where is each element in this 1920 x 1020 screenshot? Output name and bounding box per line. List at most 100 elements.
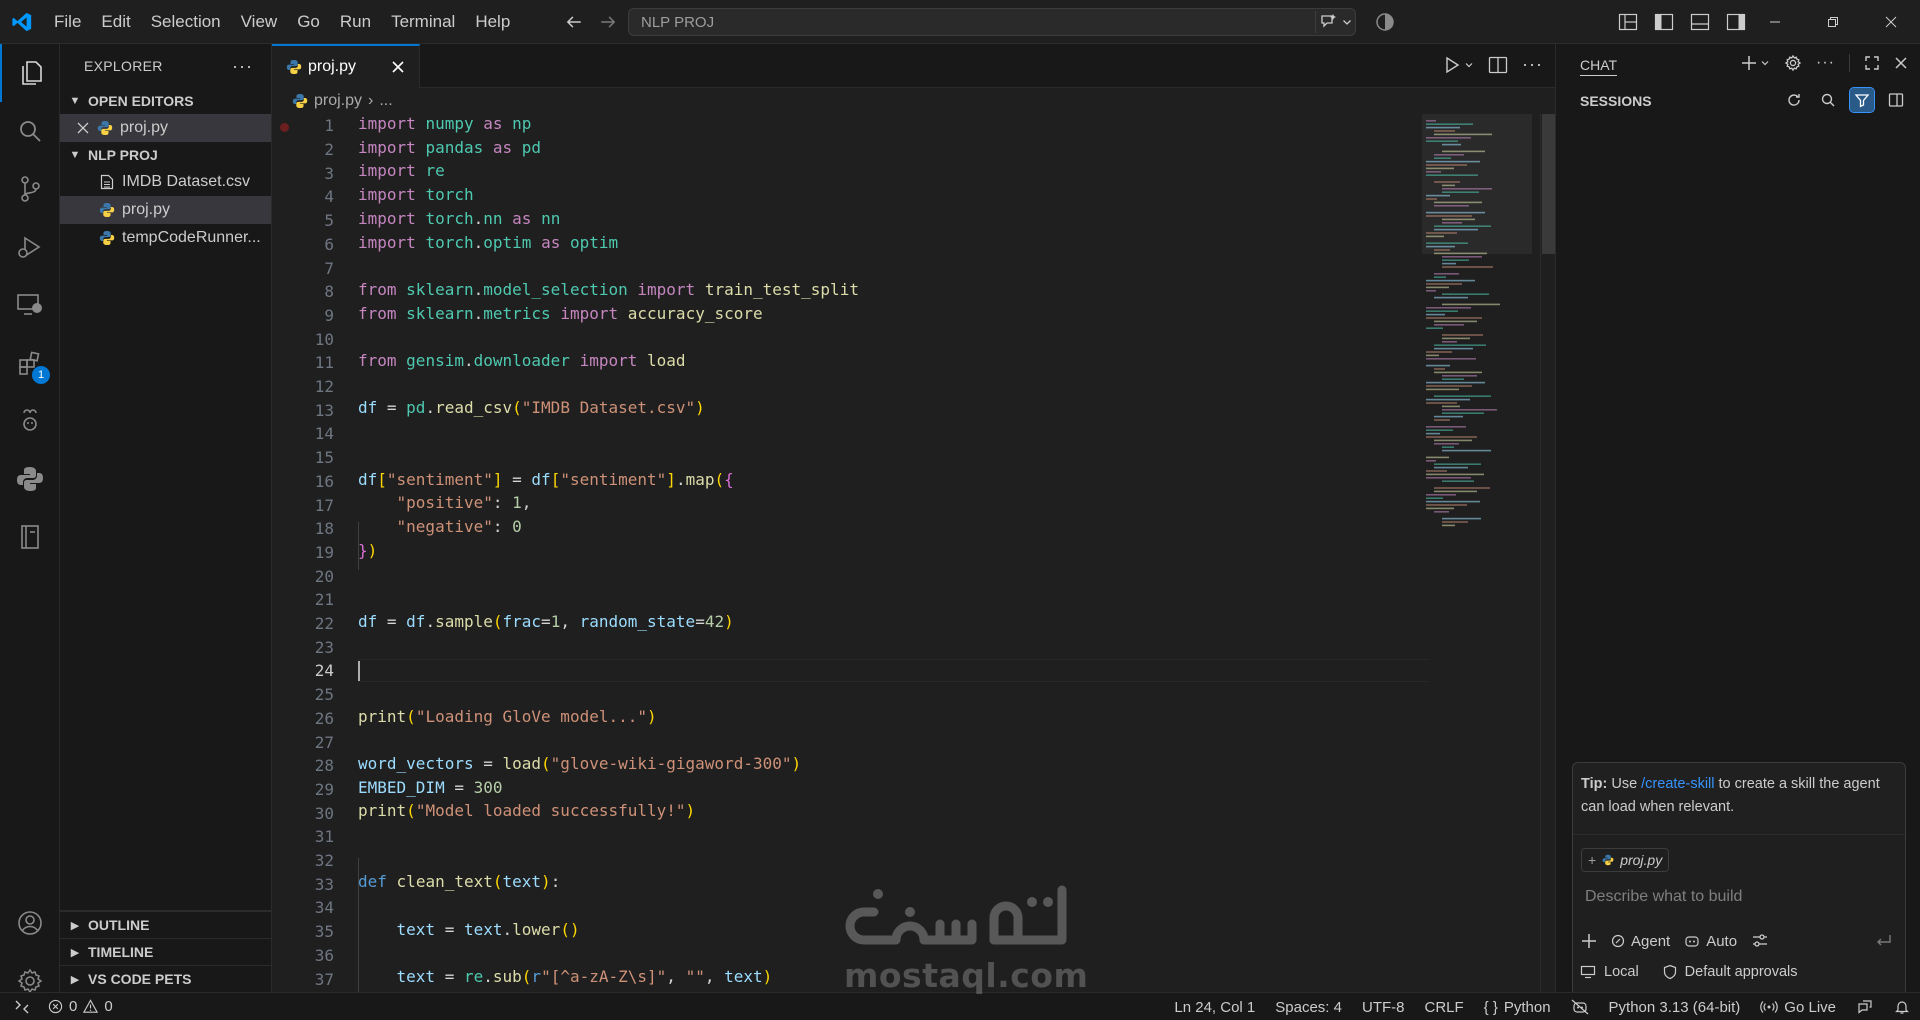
filter-icon[interactable] (1849, 87, 1875, 113)
accounts-icon[interactable] (0, 894, 60, 952)
minimap-line (1434, 463, 1481, 465)
shield-icon (1663, 964, 1676, 980)
chat-input[interactable] (1585, 885, 1895, 909)
menu-view[interactable]: View (231, 8, 288, 36)
more-actions-icon[interactable]: ··· (1816, 54, 1835, 72)
testing-icon[interactable] (0, 392, 60, 450)
line-number: 19 (314, 542, 334, 562)
settings-gear-icon[interactable] (1784, 54, 1802, 72)
feedback-icon[interactable] (1856, 999, 1874, 1015)
model-selector[interactable]: Auto (1684, 933, 1737, 950)
split-editor-icon[interactable] (1488, 56, 1508, 74)
go-live-button[interactable]: Go Live (1760, 999, 1836, 1016)
configure-tools-icon[interactable] (1751, 933, 1769, 949)
context-file-chip[interactable]: + proj.py (1581, 848, 1670, 872)
end-of-line[interactable]: CRLF (1424, 999, 1463, 1016)
python-interpreter[interactable]: Python 3.13 (64-bit) (1609, 999, 1741, 1016)
add-attachment-icon[interactable] (1581, 933, 1597, 949)
more-actions-icon[interactable]: ··· (1522, 54, 1543, 75)
command-center-search[interactable]: NLP PROJ (628, 8, 1356, 36)
run-file-icon[interactable] (1444, 56, 1474, 74)
agent-mode-selector[interactable]: Agent (1611, 933, 1670, 950)
copilot-icon[interactable] (1374, 11, 1396, 33)
notebook-icon[interactable] (0, 508, 60, 566)
close-icon[interactable] (74, 122, 92, 134)
chat-toggle-button[interactable] (1315, 11, 1355, 33)
open-editor-item[interactable]: proj.py (60, 114, 271, 142)
explorer-icon[interactable] (0, 44, 60, 102)
file-item[interactable]: proj.py (60, 196, 271, 224)
search-icon[interactable] (0, 102, 60, 160)
forward-arrow-icon[interactable] (596, 8, 620, 36)
maximize-icon[interactable] (1864, 55, 1880, 71)
menu-selection[interactable]: Selection (141, 8, 231, 36)
refresh-icon[interactable] (1782, 88, 1806, 112)
file-item[interactable]: IMDB Dataset.csv (60, 168, 271, 196)
timeline-section[interactable]: ▶ TIMELINE (60, 938, 272, 965)
minimize-icon[interactable] (1746, 0, 1804, 44)
toggle-panel-icon[interactable] (1688, 10, 1712, 34)
more-actions-icon[interactable]: ··· (232, 56, 253, 77)
menu-file[interactable]: File (44, 8, 91, 36)
indentation[interactable]: Spaces: 4 (1275, 999, 1342, 1016)
scrollbar-thumb[interactable] (1542, 114, 1555, 254)
minimap-line (1426, 194, 1450, 197)
menu-help[interactable]: Help (465, 8, 520, 36)
toggle-secondary-sidebar-icon[interactable] (1724, 10, 1748, 34)
customize-layout-icon[interactable] (1616, 10, 1640, 34)
language-label: Python (1503, 998, 1551, 1016)
open-editor-name: proj.py (120, 119, 169, 136)
notifications-bell-icon[interactable] (1894, 999, 1910, 1015)
outline-section[interactable]: ▶ OUTLINE (60, 911, 272, 938)
minimap-line (1434, 487, 1490, 489)
vscode-pets-section[interactable]: ▶ VS CODE PETS (60, 965, 272, 992)
file-item[interactable]: tempCodeRunner... (60, 224, 271, 252)
local-session-toggle[interactable]: Local (1580, 964, 1639, 980)
extensions-icon[interactable]: 1 (0, 334, 60, 392)
toggle-primary-sidebar-icon[interactable] (1652, 10, 1676, 34)
minimap-line (1434, 439, 1472, 442)
add-context-icon[interactable]: + (1588, 852, 1596, 868)
toggle-sidebar-icon[interactable] (1884, 88, 1908, 112)
search-icon[interactable] (1816, 88, 1840, 112)
cursor-position[interactable]: Ln 24, Col 1 (1174, 999, 1255, 1016)
menu-go[interactable]: Go (287, 8, 330, 36)
menu-run[interactable]: Run (330, 8, 381, 36)
restore-icon[interactable] (1804, 0, 1862, 44)
breadcrumb-file[interactable]: proj.py (314, 92, 362, 110)
open-editors-section[interactable]: ▼ OPEN EDITORS (60, 88, 271, 114)
breadcrumb-more[interactable]: ... (379, 92, 392, 110)
remote-explorer-icon[interactable] (0, 276, 60, 334)
tab-proj-py[interactable]: proj.py (272, 44, 420, 88)
send-icon[interactable] (1875, 927, 1893, 955)
explorer-header: EXPLORER ··· (60, 44, 271, 88)
chat-header: CHAT ··· (1556, 44, 1920, 88)
chevron-down-icon (1342, 20, 1351, 25)
remote-indicator-icon[interactable] (0, 993, 44, 1020)
encoding[interactable]: UTF-8 (1362, 999, 1405, 1016)
close-icon[interactable] (1894, 56, 1908, 70)
approvals-toggle[interactable]: Default approvals (1663, 964, 1798, 980)
menu-edit[interactable]: Edit (91, 8, 140, 36)
folder-section[interactable]: ▼ NLP PROJ (60, 142, 271, 168)
python-icon[interactable] (0, 450, 60, 508)
code-editor[interactable]: 37 36 35 34 33 32 31 30 29 28 27 26 25 24 23 22 21 20 19 18… (272, 114, 1555, 992)
minimap[interactable] (1422, 114, 1532, 992)
chat-title-tab[interactable]: CHAT (1580, 57, 1618, 76)
copilot-status-icon[interactable] (1571, 999, 1589, 1015)
run-debug-icon[interactable] (0, 218, 60, 276)
line-number: 28 (314, 756, 334, 776)
create-skill-link[interactable]: /create-skill (1641, 776, 1714, 792)
file-name: IMDB Dataset.csv (122, 173, 251, 190)
problems-indicator[interactable]: 0 0 (44, 998, 113, 1015)
close-window-icon[interactable] (1862, 0, 1920, 44)
vertical-scrollbar[interactable] (1540, 114, 1555, 992)
menu-terminal[interactable]: Terminal (381, 8, 465, 36)
language-mode[interactable]: { } Python (1484, 999, 1551, 1016)
back-arrow-icon[interactable] (562, 8, 586, 36)
new-chat-icon[interactable] (1740, 54, 1770, 72)
source-control-icon[interactable] (0, 160, 60, 218)
breakpoint-hint-icon[interactable] (280, 123, 289, 132)
minimap-line (1434, 296, 1468, 299)
close-tab-icon[interactable] (387, 56, 409, 78)
